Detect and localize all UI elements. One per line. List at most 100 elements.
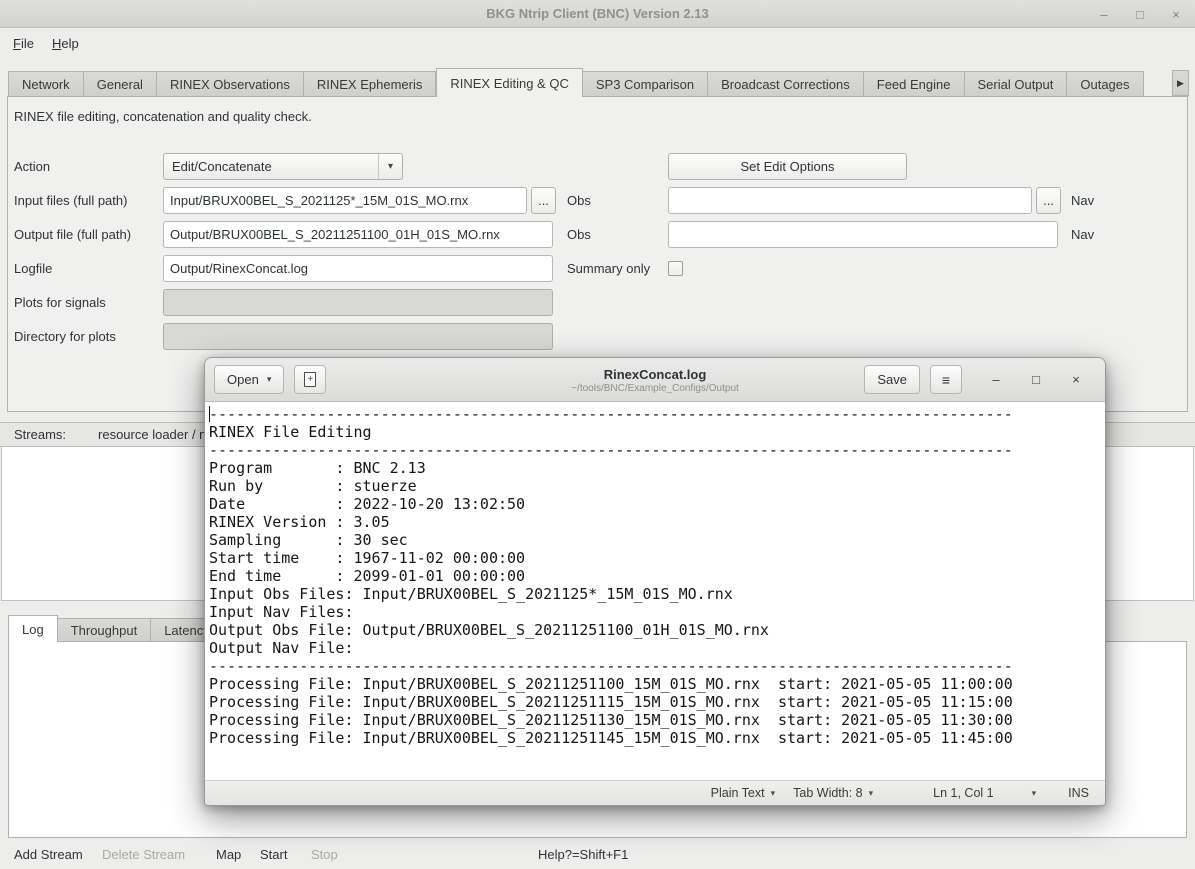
menu-button[interactable]: ≡: [930, 365, 962, 394]
tab-rinex-ephemeris[interactable]: RINEX Ephemeris: [304, 71, 436, 97]
main-tabbar: Network General RINEX Observations RINEX…: [8, 68, 1171, 97]
main-window-controls: – □ ×: [1097, 0, 1183, 28]
plots-signals-label: Plots for signals: [14, 289, 106, 316]
minimize-icon[interactable]: –: [1097, 8, 1111, 21]
tab-log[interactable]: Log: [8, 615, 58, 642]
log-line: Processing File: Input/BRUX00BEL_S_20211…: [209, 729, 1105, 747]
log-line: Sampling : 30 sec: [209, 531, 1105, 549]
editor-statusbar: Plain Text ▾ Tab Width: 8 ▾ Ln 1, Col 1 …: [205, 780, 1105, 805]
open-button[interactable]: Open ▾: [214, 365, 284, 394]
open-button-label: Open: [227, 372, 259, 387]
log-line: ----------------------------------------…: [209, 657, 1105, 675]
summary-only-checkbox[interactable]: [668, 261, 683, 276]
menu-file[interactable]: File: [4, 30, 43, 57]
tab-broadcast-corrections[interactable]: Broadcast Corrections: [708, 71, 864, 97]
hamburger-icon: ≡: [942, 372, 950, 388]
add-stream-button[interactable]: Add Stream: [14, 840, 83, 869]
plus-icon: +: [307, 375, 313, 385]
log-line: Output Obs File: Output/BRUX00BEL_S_2021…: [209, 621, 1105, 639]
chevron-down-icon: ▾: [267, 374, 272, 385]
maximize-icon[interactable]: □: [1016, 372, 1056, 387]
set-edit-options-button[interactable]: Set Edit Options: [668, 153, 907, 180]
log-line: ----------------------------------------…: [209, 441, 1105, 459]
log-line: Run by : stuerze: [209, 477, 1105, 495]
chevron-down-icon: ▾: [771, 788, 776, 799]
help-shortcut-hint: Help?=Shift+F1: [538, 840, 628, 869]
nav-label-input: Nav: [1071, 187, 1094, 214]
output-obs-file-field[interactable]: [163, 221, 553, 248]
minimize-icon[interactable]: –: [976, 372, 1016, 387]
streams-header-value: resource loader / n: [98, 427, 206, 442]
plots-directory-label: Directory for plots: [14, 323, 116, 350]
logfile-label: Logfile: [14, 255, 52, 282]
close-icon[interactable]: ×: [1056, 372, 1096, 387]
plots-signals-field: [163, 289, 553, 316]
chevron-right-icon: ▶: [1177, 78, 1184, 89]
editor-header-right: Save ≡ – □ ×: [864, 365, 1096, 394]
stop-button: Stop: [311, 840, 338, 869]
log-line: Processing File: Input/BRUX00BEL_S_20211…: [209, 675, 1105, 693]
log-line: Start time : 1967-11-02 00:00:00: [209, 549, 1105, 567]
chevron-down-icon: ▾: [1032, 788, 1037, 799]
streams-label: Streams:: [14, 427, 66, 442]
tab-sp3-comparison[interactable]: SP3 Comparison: [583, 71, 708, 97]
doc-type-label: Plain Text: [711, 786, 765, 800]
start-button[interactable]: Start: [260, 840, 287, 869]
input-obs-files-field[interactable]: [163, 187, 527, 214]
close-icon[interactable]: ×: [1169, 8, 1183, 21]
editor-window-controls: – □ ×: [976, 372, 1096, 387]
editor-text-area[interactable]: ----------------------------------------…: [205, 402, 1105, 780]
input-obs-browse-button[interactable]: ...: [531, 187, 556, 214]
map-button[interactable]: Map: [216, 840, 241, 869]
document-path: ~/tools/BNC/Example_Configs/Output: [571, 383, 739, 394]
tab-rinex-editing-qc[interactable]: RINEX Editing & QC: [436, 68, 583, 97]
goto-line-button[interactable]: Ln 1, Col 1: [933, 786, 993, 800]
tab-outages[interactable]: Outages: [1067, 71, 1143, 97]
save-button[interactable]: Save: [864, 365, 920, 394]
delete-stream-button: Delete Stream: [102, 840, 185, 869]
logfile-field[interactable]: [163, 255, 553, 282]
input-nav-files-field[interactable]: [668, 187, 1032, 214]
tab-rinex-observations[interactable]: RINEX Observations: [157, 71, 304, 97]
insert-mode-label: INS: [1068, 786, 1089, 800]
main-titlebar[interactable]: BKG Ntrip Client (BNC) Version 2.13 – □ …: [0, 0, 1195, 28]
action-combobox-value: Edit/Concatenate: [164, 159, 378, 174]
chevron-down-icon: ▾: [378, 154, 402, 179]
editor-headerbar[interactable]: Open ▾ + RinexConcat.log ~/tools/BNC/Exa…: [205, 358, 1105, 402]
menu-help[interactable]: Help: [43, 30, 88, 57]
bottom-tabbar: Log Throughput Latency: [8, 615, 224, 642]
menubar: File Help: [0, 30, 88, 57]
insert-mode-indicator: INS: [1068, 786, 1089, 800]
log-line: Input Nav Files:: [209, 603, 1105, 621]
tab-throughput[interactable]: Throughput: [58, 618, 152, 642]
tab-feed-engine[interactable]: Feed Engine: [864, 71, 965, 97]
log-line: End time : 2099-01-01 00:00:00: [209, 567, 1105, 585]
obs-label-input: Obs: [567, 187, 591, 214]
tab-scroll-right-button[interactable]: ▶: [1172, 70, 1189, 96]
input-nav-browse-button[interactable]: ...: [1036, 187, 1061, 214]
nav-label-output: Nav: [1071, 221, 1094, 248]
log-line: RINEX Version : 3.05: [209, 513, 1105, 531]
output-file-label: Output file (full path): [14, 221, 131, 248]
input-files-label: Input files (full path): [14, 187, 127, 214]
tab-network[interactable]: Network: [8, 71, 84, 97]
new-tab-button[interactable]: +: [294, 365, 326, 394]
tab-description: RINEX file editing, concatenation and qu…: [14, 109, 312, 124]
obs-label-output: Obs: [567, 221, 591, 248]
summary-only-label: Summary only: [567, 255, 650, 282]
log-line: Program : BNC 2.13: [209, 459, 1105, 477]
tab-width-dropdown[interactable]: Tab Width: 8 ▾: [793, 786, 873, 800]
log-line: Processing File: Input/BRUX00BEL_S_20211…: [209, 711, 1105, 729]
plots-directory-field: [163, 323, 553, 350]
action-combobox[interactable]: Edit/Concatenate ▾: [163, 153, 403, 180]
log-line: Processing File: Input/BRUX00BEL_S_20211…: [209, 693, 1105, 711]
output-nav-file-field[interactable]: [668, 221, 1058, 248]
log-line: Output Nav File:: [209, 639, 1105, 657]
doc-type-dropdown[interactable]: Plain Text ▾: [711, 786, 776, 800]
action-label: Action: [14, 153, 50, 180]
tab-serial-output[interactable]: Serial Output: [965, 71, 1068, 97]
maximize-icon[interactable]: □: [1133, 8, 1147, 21]
bottom-action-bar: Add Stream Delete Stream Map Start Stop …: [0, 840, 1195, 869]
tab-general[interactable]: General: [84, 71, 157, 97]
statusbar-dropdown-button[interactable]: ▾: [1032, 788, 1037, 799]
